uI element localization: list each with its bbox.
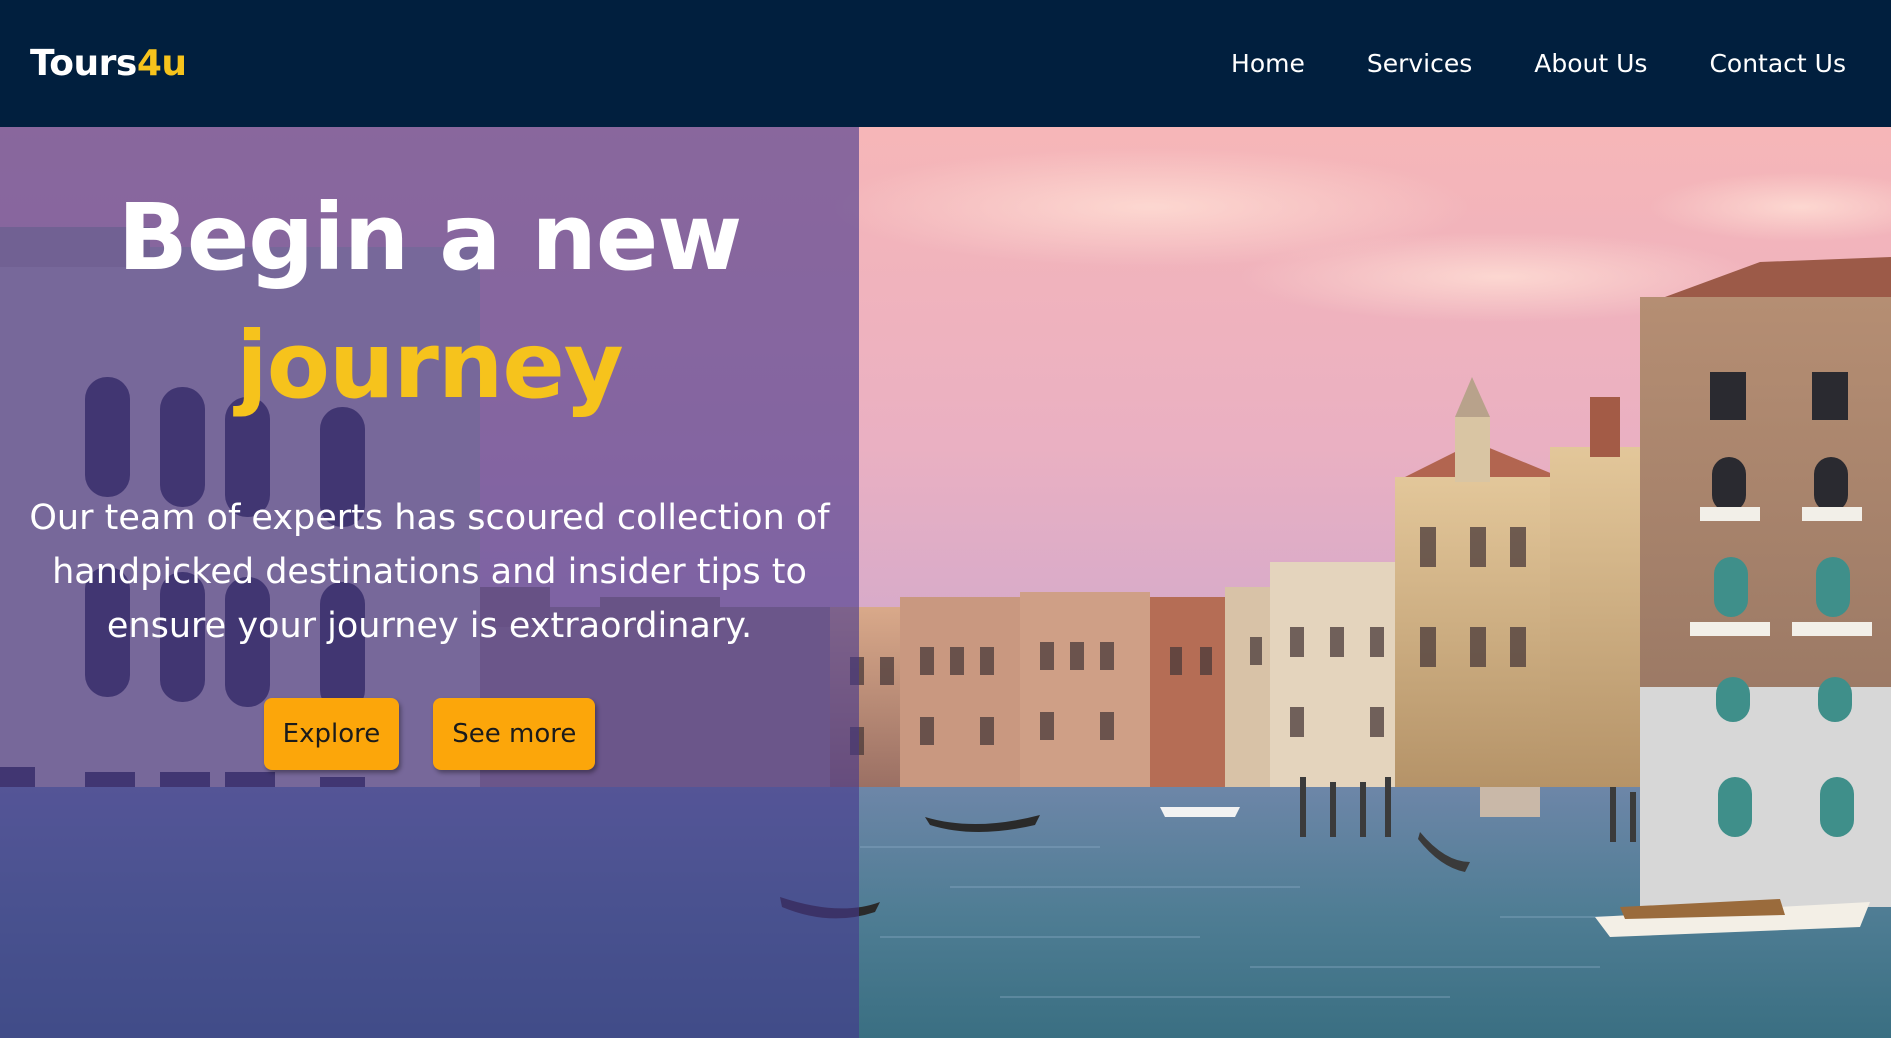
landing-page: Tours4u Home Services About Us Contact U… <box>0 0 1891 1038</box>
brand-name-main: Tours <box>30 43 137 84</box>
hero-content: Begin a new journey Our team of experts … <box>0 127 859 1038</box>
nav-link-services[interactable]: Services <box>1367 49 1472 78</box>
nav-link-contact-us[interactable]: Contact Us <box>1709 49 1846 78</box>
see-more-button[interactable]: See more <box>433 698 596 770</box>
explore-button[interactable]: Explore <box>263 698 400 770</box>
hero-headline-line1: Begin a new <box>117 184 742 291</box>
navbar: Tours4u Home Services About Us Contact U… <box>0 0 1891 127</box>
brand-name-accent: 4u <box>136 43 187 84</box>
brand-logo[interactable]: Tours4u <box>30 43 187 84</box>
hero-buttons: Explore See more <box>0 698 859 770</box>
hero-headline-line2: journey <box>236 312 623 419</box>
hero-section: Begin a new journey Our team of experts … <box>0 127 1891 1038</box>
nav-link-about-us[interactable]: About Us <box>1534 49 1647 78</box>
nav-link-home[interactable]: Home <box>1231 49 1305 78</box>
hero-tagline: Our team of experts has scoured collecti… <box>29 498 830 646</box>
main-nav: Home Services About Us Contact Us <box>1231 49 1846 78</box>
